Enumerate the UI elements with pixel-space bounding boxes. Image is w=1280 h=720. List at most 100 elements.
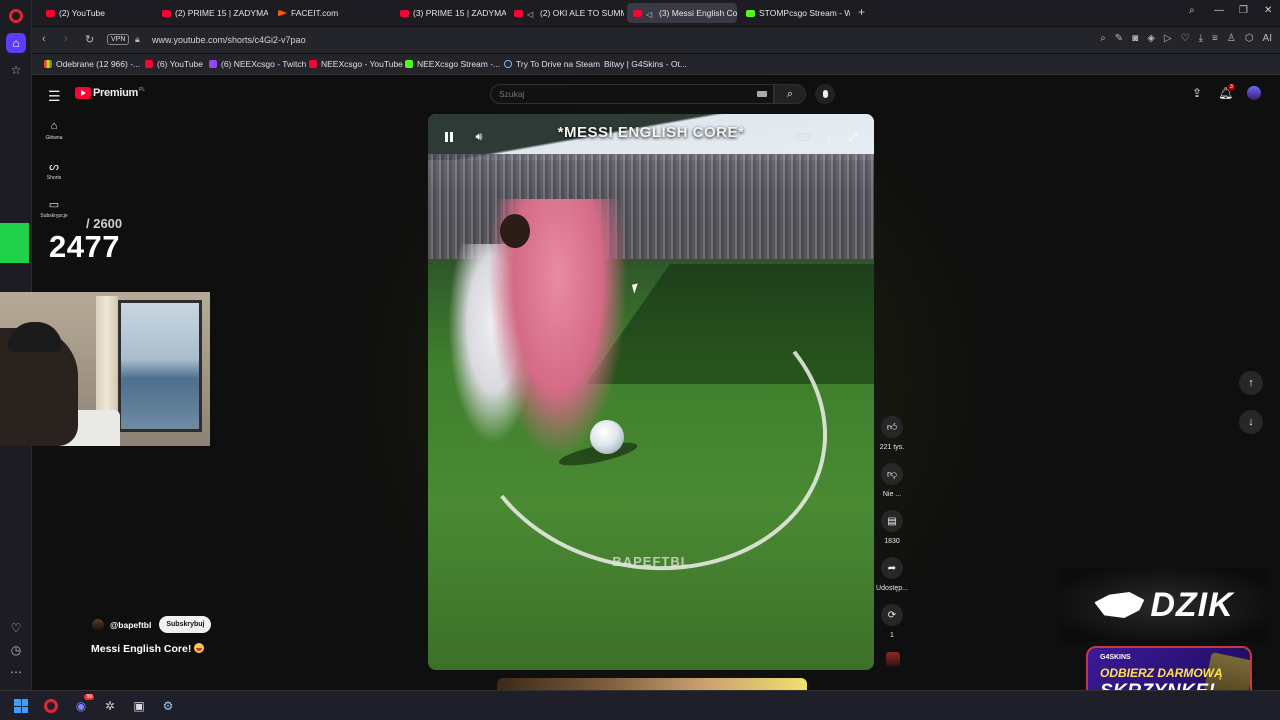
star-icon[interactable]: ☆	[6, 60, 26, 80]
reload-icon[interactable]: ↻	[85, 33, 94, 46]
extensions-icon[interactable]: ⬡	[1245, 33, 1254, 44]
account-avatar[interactable]	[1247, 86, 1261, 100]
captions-icon: CC	[795, 133, 811, 141]
like-button[interactable]: 👍︎ 221 tys.	[874, 416, 910, 451]
menu-icon[interactable]: ☰	[48, 88, 61, 105]
new-tab-icon[interactable]: +	[858, 5, 865, 19]
kick-icon	[746, 9, 755, 17]
steam-icon[interactable]: ⚙︎	[159, 697, 177, 715]
bookmark-twitch[interactable]: (6) NEEXcsgo - Twitch	[209, 59, 306, 69]
profile-icon[interactable]: ♙	[1227, 33, 1236, 44]
next-short-preview[interactable]	[497, 678, 807, 690]
fullscreen-icon[interactable]: ⤢	[844, 128, 862, 146]
restore-icon[interactable]: ❐	[1239, 5, 1248, 16]
opera-logo-icon[interactable]	[6, 6, 26, 26]
next-short-button[interactable]: ↓	[1239, 410, 1263, 434]
back-icon[interactable]: ‹	[42, 33, 46, 45]
share-button[interactable]: ➦ Udostęp...	[874, 557, 910, 592]
camera-icon[interactable]: ◙	[1132, 33, 1138, 44]
search-button[interactable]: ⌕	[774, 84, 806, 104]
bookmark-neexcsgo-stream[interactable]: NEEXcsgo Stream -...	[405, 59, 500, 69]
heart-icon[interactable]: ♡	[1181, 33, 1190, 44]
arrow-up-icon: ↑	[1248, 377, 1254, 389]
bookmark-gmail[interactable]: Odebrane (12 966) -...	[44, 59, 140, 69]
youtube-icon	[145, 60, 153, 68]
minimize-icon[interactable]: —	[1214, 5, 1224, 16]
dislike-button[interactable]: 👎︎ Nie ...	[874, 463, 910, 498]
lock-icon[interactable]: 🔒︎	[135, 34, 140, 45]
guide-shorts[interactable]: ᔕ Shorts	[40, 160, 68, 181]
kick-icon	[405, 60, 413, 68]
shorts-player[interactable]: *MESSI ENGLISH CORE* BAPEFTBL 🔊︎ CC ⋮ ⤢	[428, 114, 874, 670]
comment-icon: ▤	[881, 510, 903, 532]
download-icon[interactable]: ⤓	[1199, 33, 1203, 44]
tab-prime-15[interactable]: (2) PRIME 15 | ZADYMA -	[156, 3, 268, 23]
more-options-icon[interactable]: ⋮	[820, 128, 838, 146]
sound-thumbnail[interactable]	[886, 652, 900, 666]
bookmarks-bar: Odebrane (12 966) -... (6) YouTube (6) N…	[32, 54, 1280, 75]
start-button[interactable]	[12, 697, 30, 715]
edit-icon[interactable]: ✎	[1115, 33, 1123, 44]
pause-icon	[445, 132, 453, 142]
guide-home[interactable]: ⌂ Główna	[40, 120, 68, 141]
youtube-logo[interactable]: Premium PL	[75, 87, 145, 99]
ai-button[interactable]: AI	[1263, 33, 1272, 44]
bookmark-steam[interactable]: Try To Drive na Steam	[504, 59, 600, 69]
channel-name[interactable]: @bapeftbl	[110, 620, 151, 630]
webcam-window	[118, 300, 202, 432]
bookmark-g4skins[interactable]: Bitwy | G4Skins - Ot...	[604, 59, 687, 69]
search-input[interactable]	[499, 89, 739, 99]
tab-stompcsgo[interactable]: STOMPcsgo Stream - Wat	[740, 3, 850, 23]
volume-icon[interactable]: 🔊︎	[470, 128, 488, 146]
captions-button[interactable]: CC	[794, 128, 812, 146]
video-watermark: BAPEFTBL	[612, 554, 690, 569]
opera-taskbar-icon[interactable]	[42, 697, 60, 715]
tab-prime-15-b[interactable]: (3) PRIME 15 | ZADYMA -	[394, 3, 506, 23]
gmail-icon	[44, 60, 52, 68]
shield-icon[interactable]: ◈	[1147, 33, 1155, 44]
url-field[interactable]: www.youtube.com/shorts/c4Gi2-v7pao	[152, 35, 306, 45]
tab-messi-english-core[interactable]: ◁ (3) Messi English Core	[627, 3, 737, 23]
home-icon: ⌂	[50, 120, 58, 132]
app-icon[interactable]: ✲	[101, 697, 119, 715]
counter-accent	[0, 223, 29, 263]
bookmark-youtube[interactable]: (6) YouTube	[145, 59, 203, 69]
youtube-icon	[309, 60, 317, 68]
voice-search-button[interactable]	[815, 84, 835, 104]
play-icon[interactable]: ▷	[1164, 33, 1172, 44]
bull-icon	[1094, 592, 1145, 618]
tab-strip: (2) YouTube (2) PRIME 15 | ZADYMA - FACE…	[32, 0, 1280, 26]
tab-youtube[interactable]: (2) YouTube	[40, 3, 152, 23]
tab-oki-ale[interactable]: ◁ (2) OKI ALE TO SUMM	[508, 3, 624, 23]
channel-avatar[interactable]	[92, 618, 104, 631]
tab-faceit[interactable]: FACEIT.com	[272, 3, 384, 23]
bookmark-neexcsgo-youtube[interactable]: NEEXcsgo - YouTube	[309, 59, 403, 69]
subscribe-button[interactable]: Subskrybuj	[159, 616, 212, 633]
channel-info: @bapeftbl Subskrybuj	[92, 616, 212, 633]
search-icon[interactable]: ⌕	[1100, 33, 1106, 44]
more-icon[interactable]: ⋯	[6, 662, 26, 682]
muted-speaker-icon[interactable]: ◁	[527, 10, 536, 19]
menu-icon[interactable]: ≡	[1212, 33, 1218, 44]
search-tabs-icon[interactable]: ⌕	[1189, 5, 1195, 16]
heart-icon[interactable]: ♡	[6, 618, 26, 638]
comments-button[interactable]: ▤ 1830	[874, 510, 910, 545]
previous-short-button[interactable]: ↑	[1239, 371, 1263, 395]
forward-icon[interactable]: ›	[64, 33, 68, 45]
home-icon[interactable]: ⌂	[6, 33, 26, 53]
upload-icon[interactable]: ⇪	[1192, 86, 1202, 100]
explorer-icon[interactable]: ▣	[130, 697, 148, 715]
subscriptions-icon: ▭	[48, 199, 60, 211]
football	[590, 420, 624, 454]
vpn-badge[interactable]: VPN	[107, 34, 130, 45]
steam-icon	[504, 60, 512, 68]
speaker-icon[interactable]: ◁	[646, 10, 655, 19]
close-icon[interactable]: ✕	[1264, 5, 1272, 16]
remix-icon: ⟳	[881, 604, 903, 626]
discord-icon[interactable]: ◉ 99	[72, 694, 94, 715]
keyboard-icon[interactable]	[757, 91, 767, 97]
follower-counter: / 2600 2477	[0, 215, 140, 267]
pause-button[interactable]	[440, 128, 458, 146]
history-icon[interactable]: ◷	[6, 640, 26, 660]
remix-button[interactable]: ⟳ 1	[874, 604, 910, 639]
